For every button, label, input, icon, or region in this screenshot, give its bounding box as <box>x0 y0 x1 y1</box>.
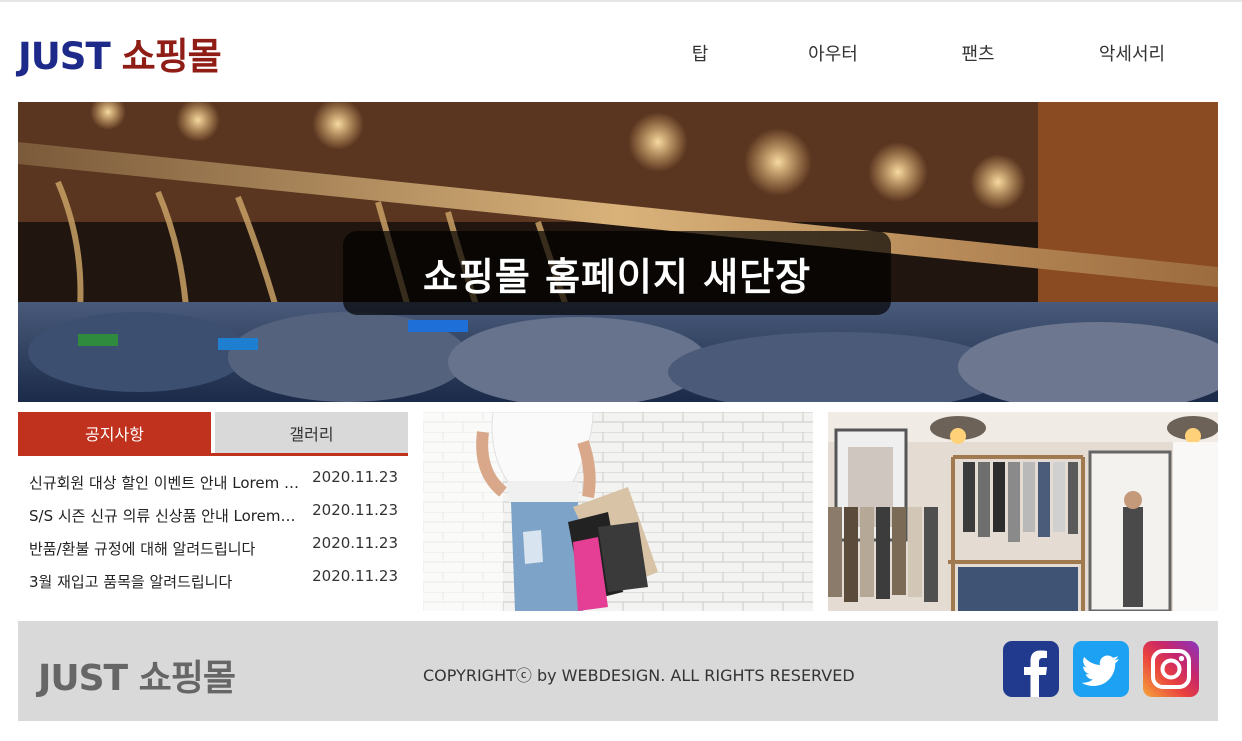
notice-row: S/S 시즌 신규 의류 신상품 안내 Lorem ipsum 2020.11.… <box>18 499 408 532</box>
notice-title[interactable]: S/S 시즌 신규 의류 신상품 안내 Lorem ipsum <box>29 505 299 526</box>
logo-text-shoppingmall: 쇼핑몰 <box>121 35 222 78</box>
nav-item-outer[interactable]: 아우터 <box>753 40 913 66</box>
main-nav: 탑 아우터 팬츠 악세서리 <box>620 40 1220 66</box>
top-border <box>0 0 1242 2</box>
notice-list: 신규회원 대상 할인 이벤트 안내 Lorem ipsum 2020.11.23… <box>18 466 408 598</box>
nav-item-pants[interactable]: 팬츠 <box>898 40 1058 66</box>
notice-date: 2020.11.23 <box>312 534 398 552</box>
nav-item-accessory[interactable]: 악세서리 <box>1052 40 1212 66</box>
notice-row: 신규회원 대상 할인 이벤트 안내 Lorem ipsum 2020.11.23 <box>18 466 408 499</box>
notice-date: 2020.11.23 <box>312 501 398 519</box>
facebook-icon[interactable] <box>1003 641 1059 697</box>
copyright-text: COPYRIGHTⓒ by WEBDESIGN. ALL RIGHTS RESE… <box>423 666 855 685</box>
notice-title[interactable]: 반품/환불 규정에 대해 알려드립니다 <box>29 538 299 559</box>
tab-underline <box>18 453 408 456</box>
footer-logo: JUST 쇼핑몰 <box>38 658 236 699</box>
notice-title[interactable]: 3월 재입고 품목을 알려드립니다 <box>29 571 299 592</box>
hero-banner: 쇼핑몰 홈페이지 새단장 <box>18 102 1218 402</box>
notice-date: 2020.11.23 <box>312 468 398 486</box>
board-widget: 공지사항 갤러리 신규회원 대상 할인 이벤트 안내 Lorem ipsum 2… <box>18 412 408 608</box>
hero-caption-box: 쇼핑몰 홈페이지 새단장 <box>343 231 891 315</box>
notice-row: 반품/환불 규정에 대해 알려드립니다 2020.11.23 <box>18 532 408 565</box>
tab-notice[interactable]: 공지사항 <box>18 412 211 453</box>
site-logo[interactable]: JUST 쇼핑몰 <box>18 26 222 80</box>
logo-text-just: JUST <box>18 35 111 78</box>
tab-gallery[interactable]: 갤러리 <box>215 412 408 453</box>
shopping-bags-image[interactable] <box>423 412 813 611</box>
footer: JUST 쇼핑몰 COPYRIGHTⓒ by WEBDESIGN. ALL RI… <box>18 621 1218 721</box>
store-interior-image[interactable] <box>828 412 1218 611</box>
notice-row: 3월 재입고 품목을 알려드립니다 2020.11.23 <box>18 565 408 598</box>
notice-title[interactable]: 신규회원 대상 할인 이벤트 안내 Lorem ipsum <box>29 472 299 493</box>
hero-caption-text: 쇼핑몰 홈페이지 새단장 <box>422 254 812 299</box>
instagram-icon[interactable] <box>1143 641 1199 697</box>
twitter-icon[interactable] <box>1073 641 1129 697</box>
notice-date: 2020.11.23 <box>312 567 398 585</box>
